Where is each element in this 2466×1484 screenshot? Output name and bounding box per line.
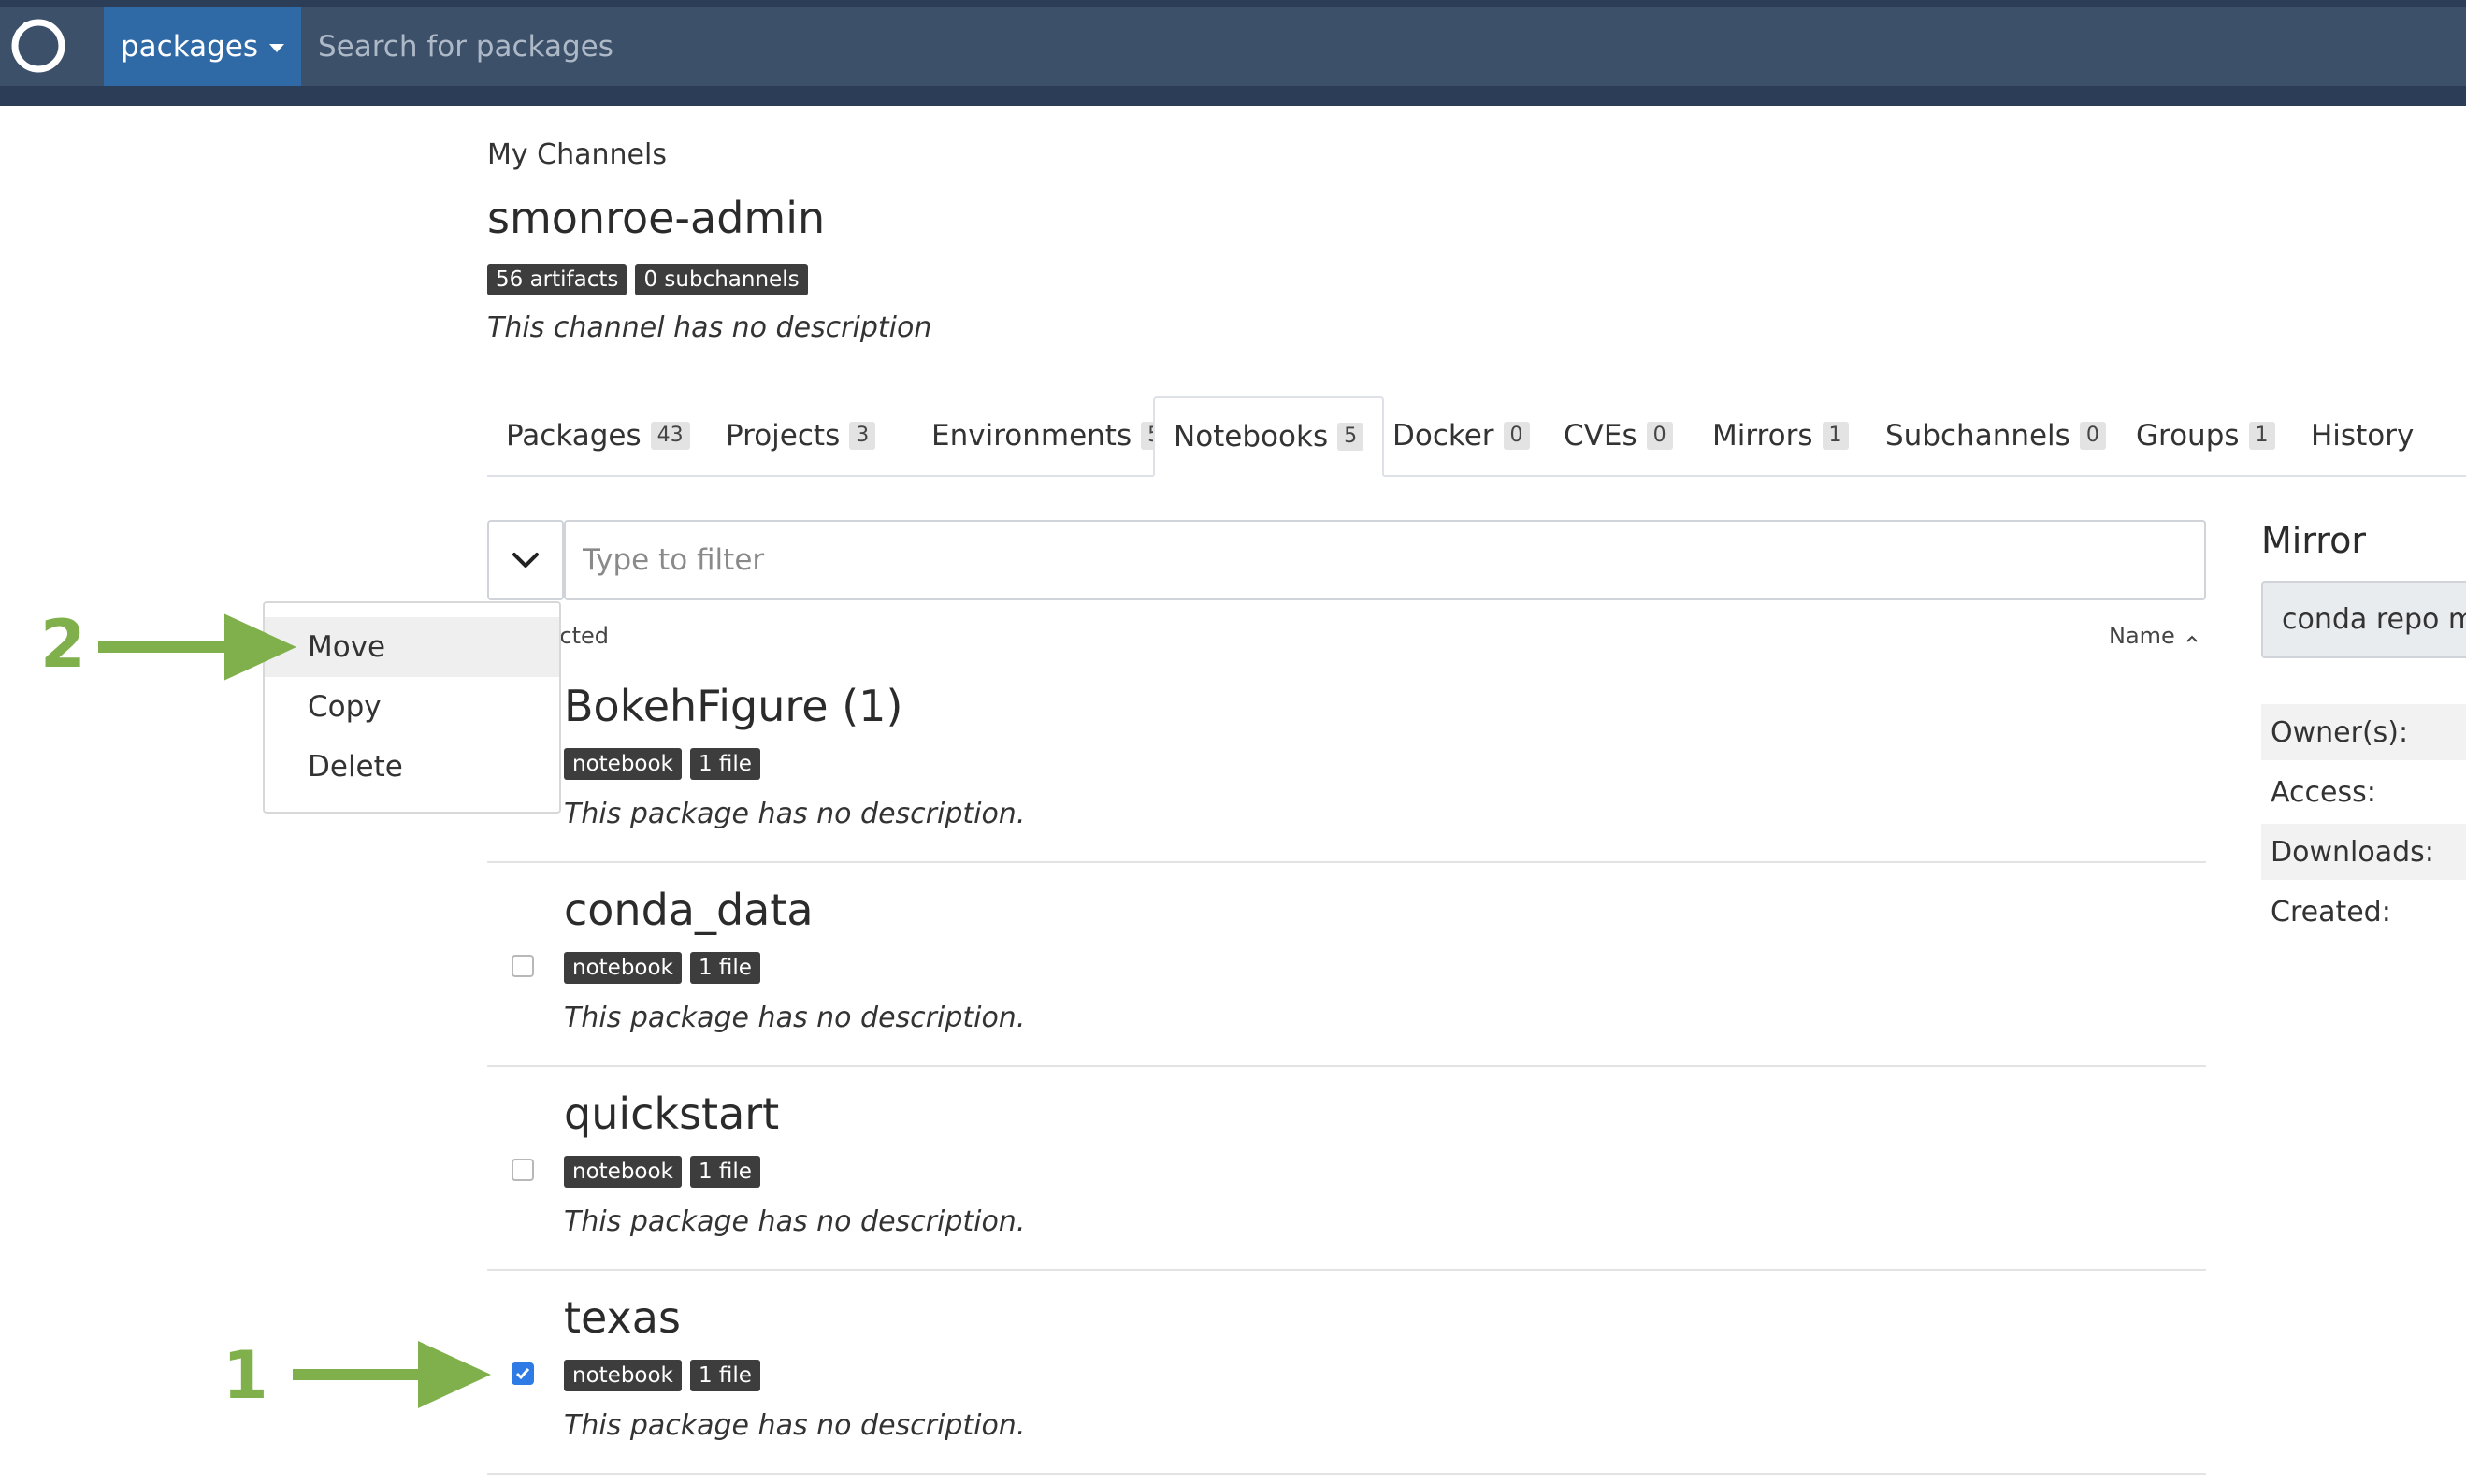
page-title: smonroe-admin [487,193,826,243]
arrow-right-icon [293,1341,491,1408]
tab-cves[interactable]: CVEs 0 [1545,396,1692,475]
type-badge: notebook [564,952,682,984]
list-item: BokehFigure (1) [564,681,902,731]
anaconda-logo-icon[interactable] [7,15,69,77]
tab-count: 0 [1646,422,1673,450]
owners-label: Owner(s): [2261,704,2466,760]
tab-count: 5 [1337,423,1364,451]
files-badge: 1 file [689,1360,760,1391]
package-description: This package has no description. [564,1205,1026,1238]
menu-item-copy[interactable]: Copy [265,677,559,737]
checkmark-icon [515,1368,530,1380]
tab-count: 1 [1822,422,1849,450]
breadcrumb[interactable]: My Channels [487,138,667,171]
tab-label: Docker [1392,419,1494,453]
tab-label: Mirrors [1712,419,1813,453]
tab-label: Packages [506,419,642,453]
package-name-link[interactable]: BokehFigure (1) [564,681,902,731]
package-search-input[interactable] [301,7,2466,86]
tab-label: Projects [726,419,841,453]
tab-notebooks[interactable]: Notebooks 5 [1153,396,1385,477]
filter-input[interactable] [564,520,2206,600]
tab-label: CVEs [1564,419,1637,453]
package-description: This package has no description. [564,1409,1026,1442]
type-badge: notebook [564,748,682,780]
tab-count: 1 [2248,422,2275,450]
type-badge: notebook [564,1360,682,1391]
row-divider [487,1269,2206,1271]
files-badge: 1 file [689,748,760,780]
tab-mirrors[interactable]: Mirrors 1 [1694,396,1868,475]
package-name-link[interactable]: conda_data [564,885,814,935]
created-label: Created: [2271,895,2391,929]
tab-count: 0 [2079,422,2106,450]
tab-label: Notebooks [1174,420,1329,454]
tab-history[interactable]: History [2292,396,2432,475]
menu-item-delete[interactable]: Delete [265,737,559,797]
side-panel-title: Mirror [2261,520,2366,561]
package-name-link[interactable]: texas [564,1292,681,1343]
channel-tabs: Packages 43 Projects 3 Environments 5 No… [487,396,2466,477]
row-checkbox[interactable] [512,1159,534,1181]
package-badges: notebook 1 file [564,1156,760,1188]
list-item: quickstart [564,1088,779,1139]
row-checkbox[interactable] [512,955,534,977]
list-item: texas [564,1292,681,1343]
package-badges: notebook 1 file [564,748,760,780]
files-badge: 1 file [689,952,760,984]
tab-label: Environments [931,419,1132,453]
tab-label: Groups [2136,419,2240,453]
tab-packages[interactable]: Packages 43 [487,396,709,475]
packages-menu-label: packages [120,30,259,64]
tab-count: 43 [650,422,690,450]
sort-by-name-button[interactable]: Name [2109,623,2199,649]
package-name-link[interactable]: quickstart [564,1088,779,1139]
artifacts-badge: 56 artifacts [487,264,627,295]
step-2-label: 2 [40,606,86,683]
channel-badges: 56 artifacts 0 subchannels [487,264,808,295]
caret-down-icon [269,43,285,52]
subchannels-badge: 0 subchannels [635,264,808,295]
tab-docker[interactable]: Docker 0 [1374,396,1549,475]
access-label: Access: [2271,775,2376,809]
tab-groups[interactable]: Groups 1 [2117,396,2294,475]
tab-subchannels[interactable]: Subchannels 0 [1867,396,2125,475]
downloads-label: Downloads: [2261,824,2466,880]
mirror-field[interactable]: conda repo mi [2261,581,2466,658]
package-badges: notebook 1 file [564,1360,760,1391]
bulk-actions-toggle[interactable] [487,520,564,600]
packages-menu-button[interactable]: packages [104,7,301,86]
tab-label: History [2311,419,2415,453]
row-divider [487,1473,2206,1475]
sort-label: Name [2109,623,2175,649]
files-badge: 1 file [689,1156,760,1188]
chevron-up-icon [2186,635,2199,642]
type-badge: notebook [564,1156,682,1188]
list-item: conda_data [564,885,814,935]
tab-count: 0 [1503,422,1530,450]
tab-projects[interactable]: Projects 3 [707,396,894,475]
package-description: This package has no description. [564,1001,1026,1034]
package-description: This package has no description. [564,798,1026,830]
channel-description: This channel has no description [487,311,932,344]
tab-count: 3 [849,422,876,450]
row-divider [487,861,2206,863]
row-checkbox[interactable] [512,1362,534,1385]
tab-label: Subchannels [1885,419,2070,453]
step-1-label: 1 [223,1337,268,1414]
chevron-down-icon [512,553,539,568]
tab-environments[interactable]: Environments 5 [913,396,1186,475]
menu-item-move[interactable]: Move [265,617,559,677]
row-divider [487,1065,2206,1067]
arrow-right-icon [98,613,296,681]
package-badges: notebook 1 file [564,952,760,984]
bulk-actions-menu: Move Copy Delete [263,601,561,814]
